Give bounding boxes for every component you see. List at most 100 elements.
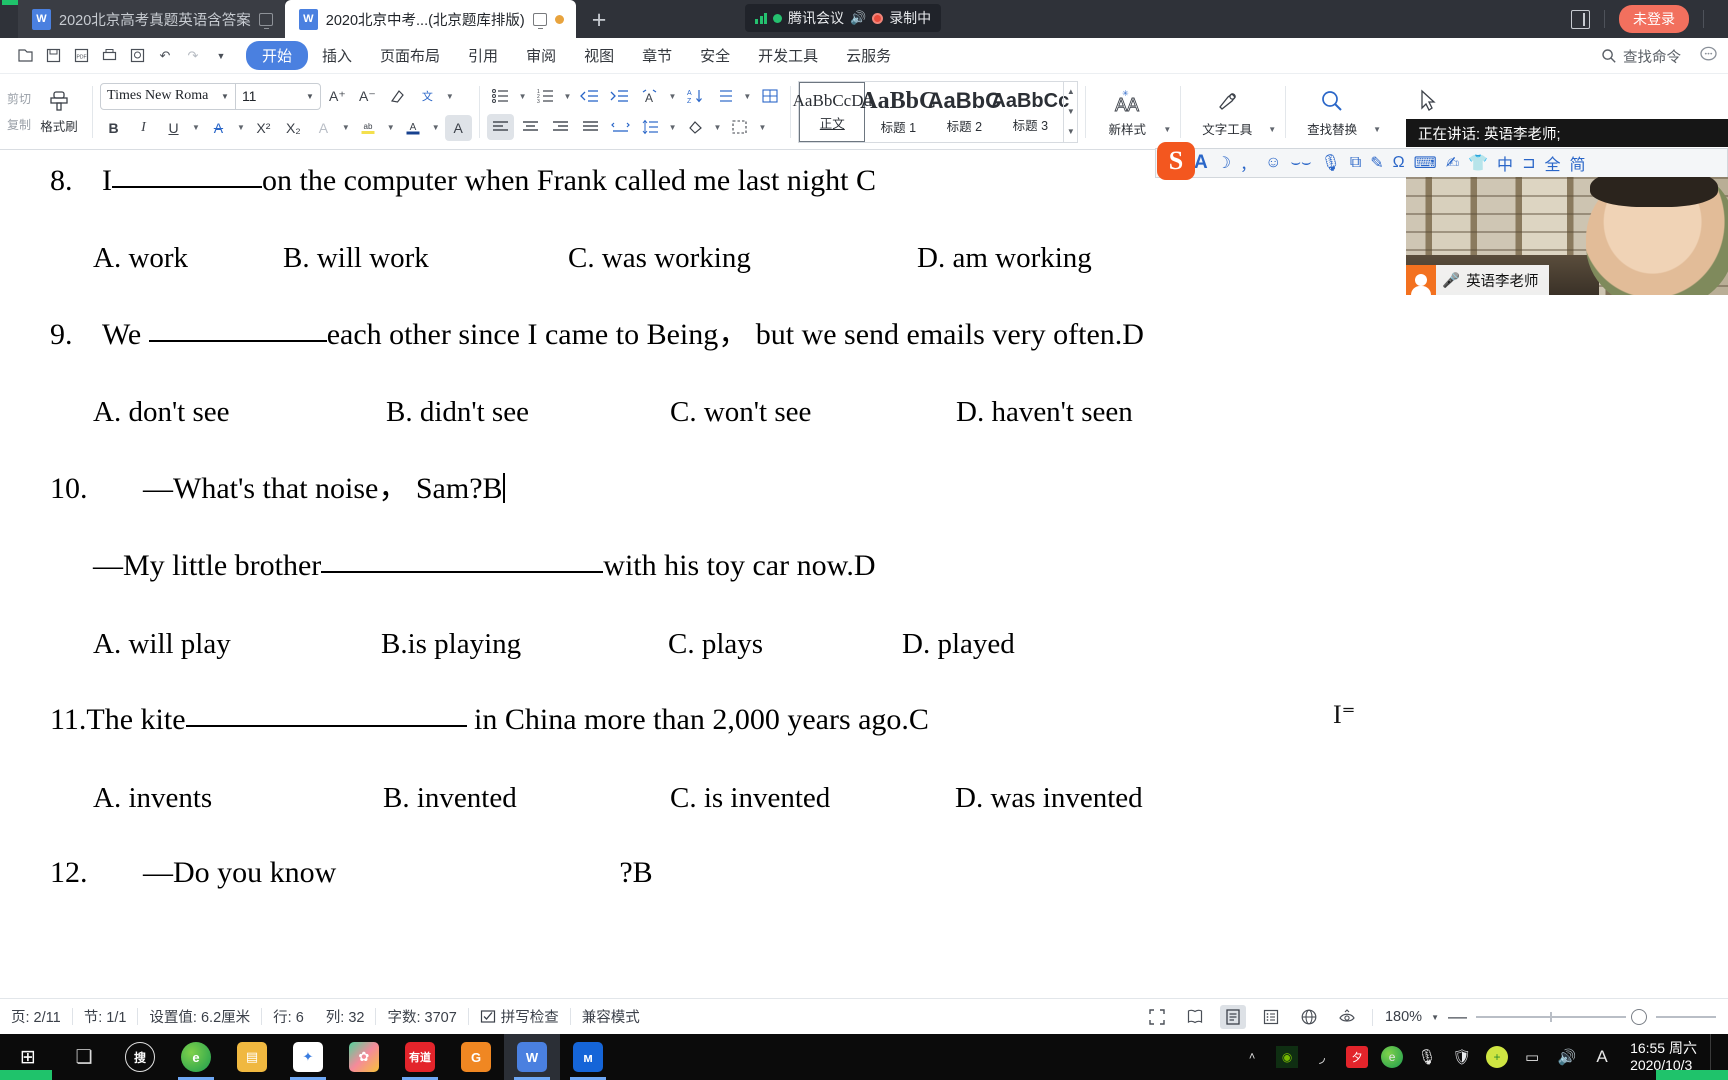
omega-icon[interactable]: Ω [1393, 154, 1405, 172]
login-button[interactable]: 未登录 [1619, 5, 1689, 33]
bullet-list-caret-icon[interactable]: ▼ [517, 92, 529, 101]
superscript-button[interactable]: X² [250, 115, 277, 141]
text-tools-caret-icon[interactable]: ▼ [1266, 125, 1278, 148]
pinyin-caret-icon[interactable]: ▼ [444, 92, 456, 101]
styles-expand-icon[interactable]: ▼ [1064, 122, 1077, 142]
new-tab-button[interactable]: + [576, 2, 623, 38]
tab-review[interactable]: 审阅 [512, 41, 570, 70]
insert-table-icon[interactable] [756, 83, 783, 109]
font-name-input[interactable]: Times New Roma [101, 88, 219, 104]
sort-icon[interactable]: AZ [681, 83, 708, 109]
tab-view[interactable]: 视图 [570, 41, 628, 70]
font-color-caret-icon[interactable]: ▼ [430, 123, 442, 132]
shading-caret-icon[interactable]: ▼ [712, 123, 724, 132]
skin-icon[interactable]: 👕 [1468, 153, 1488, 173]
wifi-icon[interactable]: ◞ [1311, 1046, 1333, 1068]
zoom-level-label[interactable]: 180% [1385, 1009, 1422, 1025]
eye-protect-icon[interactable] [1334, 1005, 1360, 1029]
status-section[interactable]: 节: 1/1 [73, 1006, 138, 1027]
smiley-icon[interactable]: ☺ [1265, 154, 1281, 172]
undo-icon[interactable]: ↶ [152, 44, 178, 68]
text-effects-button[interactable]: A [310, 115, 337, 141]
option-b[interactable]: B. didn't see [386, 396, 670, 429]
comma-icon[interactable]: ， [1240, 151, 1256, 175]
format-painter-button[interactable]: 格式刷 [33, 88, 85, 135]
underline-button[interactable]: U [160, 115, 187, 141]
feedback-icon[interactable] [1699, 45, 1718, 68]
ime-language-icon[interactable]: A [1591, 1046, 1613, 1068]
strikethrough-button[interactable]: A [205, 115, 232, 141]
font-name-caret-icon[interactable]: ▼ [219, 92, 235, 101]
battery-icon[interactable]: ▭ [1521, 1046, 1543, 1068]
shading-button[interactable] [682, 114, 709, 140]
expression-icon[interactable]: ⌣⌣ [1290, 154, 1311, 172]
zoom-slider-track[interactable] [1476, 1012, 1626, 1022]
font-color-button[interactable]: A [400, 115, 427, 141]
360-browser-icon[interactable]: e [1381, 1046, 1404, 1068]
save-icon[interactable] [40, 44, 66, 68]
style-heading-1[interactable]: AaBbC 标题 1 [860, 82, 936, 142]
line-spacing-button[interactable] [637, 114, 664, 140]
status-value[interactable]: 设置值: 6.2厘米 [138, 1006, 261, 1027]
option-d[interactable]: D. haven't seen [956, 396, 1133, 429]
font-size-caret-icon[interactable]: ▼ [304, 92, 320, 101]
font-size-input[interactable]: 11 [236, 88, 304, 104]
zoom-out-button[interactable]: — [1448, 1008, 1467, 1027]
option-c[interactable]: C. plays [668, 628, 902, 661]
question-11-blank[interactable] [185, 725, 467, 727]
tab-security[interactable]: 安全 [686, 41, 744, 70]
style-body[interactable]: AaBbCcDd 正文 [793, 81, 872, 142]
security-shield-icon[interactable]: 🛡 [1451, 1046, 1473, 1068]
task-view-button[interactable]: ❏ [56, 1034, 112, 1080]
present-icon[interactable] [532, 12, 547, 29]
bold-button[interactable]: B [100, 115, 127, 141]
option-c[interactable]: C. won't see [670, 396, 956, 429]
present-icon[interactable] [258, 12, 273, 29]
borders-caret-icon[interactable]: ▼ [756, 123, 768, 132]
pinyin-guide-icon[interactable]: 文 [414, 83, 441, 109]
print-preview-icon[interactable] [124, 44, 150, 68]
tab-references[interactable]: 引用 [454, 41, 512, 70]
mic-icon[interactable]: 🎙 [1321, 153, 1341, 173]
outline-view-icon[interactable] [1258, 1005, 1284, 1029]
option-d[interactable]: D. am working [917, 242, 1092, 275]
find-replace-button[interactable]: 查找替换 [1293, 76, 1371, 148]
page-view-icon[interactable] [1219, 1005, 1246, 1029]
option-a[interactable]: A. invents [93, 782, 383, 815]
pinyin-annotation-icon[interactable]: A [636, 83, 663, 109]
find-command-button[interactable]: 查找命令 [1601, 46, 1681, 67]
show-formatting-marks-icon[interactable] [711, 83, 738, 109]
italic-button[interactable]: I [130, 115, 157, 141]
taskbar-xmind[interactable]: ✿ [336, 1034, 392, 1080]
cut-label[interactable]: 剪切 [7, 90, 31, 107]
pinyin-annotation-caret-icon[interactable]: ▼ [666, 92, 678, 101]
moon-icon[interactable]: ☽ [1217, 153, 1231, 173]
tab-page-layout[interactable]: 页面布局 [366, 41, 454, 70]
bullet-list-icon[interactable] [487, 83, 514, 109]
text-effects-caret-icon[interactable]: ▼ [340, 123, 352, 132]
option-a[interactable]: A. don't see [93, 396, 386, 429]
numbered-list-caret-icon[interactable]: ▼ [562, 92, 574, 101]
volume-icon[interactable]: 🔊 [1556, 1046, 1578, 1068]
highlight-caret-icon[interactable]: ▼ [385, 123, 397, 132]
align-right-button[interactable] [547, 114, 574, 140]
question-10-blank[interactable] [321, 571, 604, 573]
translate-icon[interactable]: 中 [1497, 151, 1513, 175]
sogou-logo-icon[interactable]: S [1157, 142, 1195, 180]
borders-button[interactable] [726, 114, 753, 140]
full-width-icon[interactable]: 全 [1544, 151, 1560, 175]
taskbar-qq-mail[interactable]: ✦ [280, 1034, 336, 1080]
taskbar-edge[interactable]: e [168, 1034, 224, 1080]
copy-label[interactable]: 复制 [7, 116, 31, 133]
status-col[interactable]: 列: 32 [315, 1006, 376, 1027]
increase-font-size-icon[interactable]: A⁺ [324, 83, 351, 109]
export-pdf-icon[interactable]: PDF [68, 44, 94, 68]
clear-formatting-icon[interactable] [384, 83, 411, 109]
simplified-icon[interactable]: 简 [1569, 151, 1585, 175]
option-b[interactable]: B.is playing [381, 628, 668, 661]
styles-scroll-up-icon[interactable]: ▲ [1064, 82, 1077, 102]
question-9-blank[interactable] [148, 340, 327, 342]
decrease-indent-icon[interactable] [576, 83, 603, 109]
nvidia-icon[interactable]: ◉ [1276, 1046, 1299, 1068]
align-center-button[interactable] [517, 114, 544, 140]
